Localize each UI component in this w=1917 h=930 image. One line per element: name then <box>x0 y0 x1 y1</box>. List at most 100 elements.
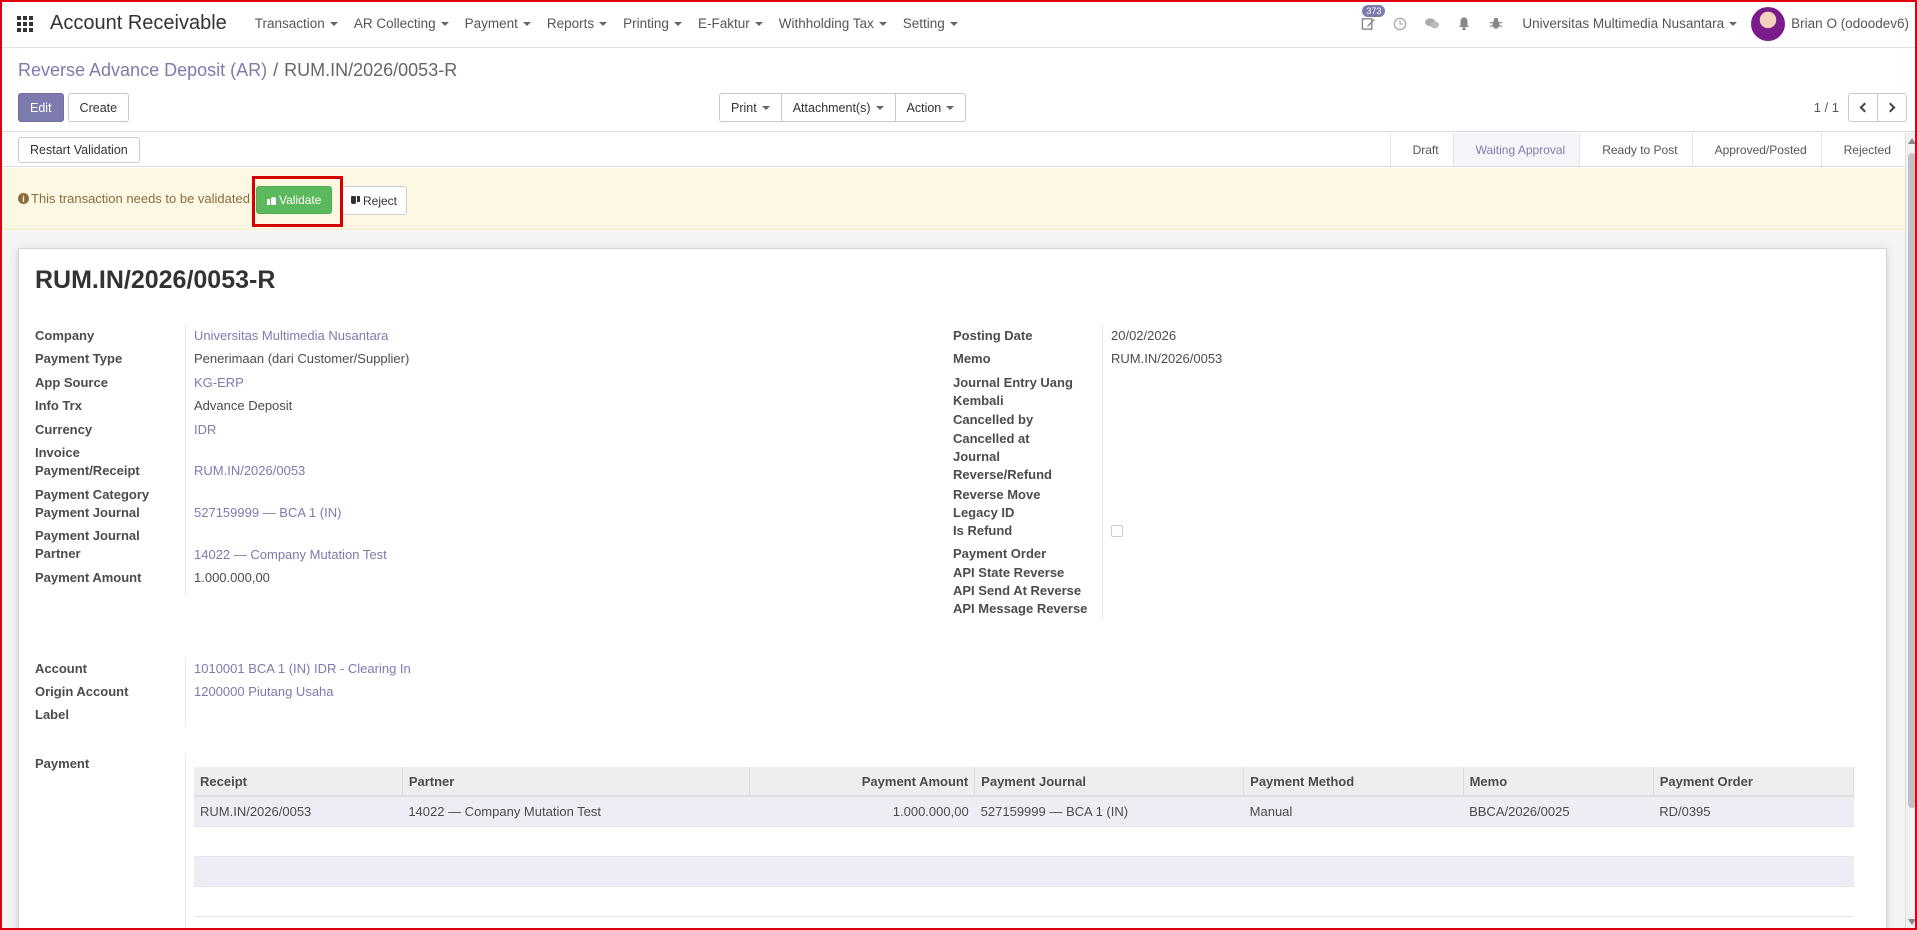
label-label: Label <box>35 707 69 722</box>
pager-next-button[interactable] <box>1877 93 1907 122</box>
status-header: Restart Validation Draft Waiting Approva… <box>0 133 1905 167</box>
label-api-message-reverse: API Message Reverse <box>953 601 1088 616</box>
breadcrumb-parent[interactable]: Reverse Advance Deposit (AR) <box>18 60 267 80</box>
print-dropdown[interactable]: Print <box>719 93 782 122</box>
thumbs-up-icon <box>267 196 276 205</box>
breadcrumb-current: RUM.IN/2026/0053-R <box>284 60 458 80</box>
label-info-trx: Info Trx <box>35 398 82 413</box>
value-invoice-payment-receipt[interactable]: RUM.IN/2026/0053 <box>194 462 305 480</box>
table-row-empty <box>194 826 1854 857</box>
restart-validation-button[interactable]: Restart Validation <box>18 137 140 163</box>
value-origin-account[interactable]: 1200000 Piutang Usaha <box>194 683 334 701</box>
column-divider <box>185 754 186 930</box>
value-currency[interactable]: IDR <box>194 421 216 439</box>
value-company[interactable]: Universitas Multimedia Nusantara <box>194 327 388 345</box>
caret-down-icon <box>875 105 884 110</box>
menu-payment[interactable]: Payment <box>457 16 539 31</box>
column-payment-journal[interactable]: Payment Journal <box>974 767 1245 797</box>
label-currency: Currency <box>35 422 93 437</box>
sidebar-actions: Print Attachment(s) Action <box>719 93 967 122</box>
breadcrumb: Reverse Advance Deposit (AR) / RUM.IN/2026… <box>18 60 457 81</box>
attachments-dropdown[interactable]: Attachment(s) <box>780 93 896 122</box>
activity-count-badge: 373 <box>1362 4 1386 17</box>
label-app-source: App Source <box>35 375 108 390</box>
form-buttons: Edit Create <box>18 93 130 122</box>
column-payment-order[interactable]: Payment Order <box>1653 767 1855 797</box>
caret-down-icon <box>1729 21 1738 26</box>
caret-down-icon <box>440 21 449 26</box>
payment-table: Receipt Partner Payment Amount Payment J… <box>194 767 1855 917</box>
value-memo: RUM.IN/2026/0053 <box>1111 351 1223 366</box>
user-avatar <box>1751 6 1786 41</box>
value-account[interactable]: 1010001 BCA 1 (IN) IDR - Clearing In <box>194 660 411 678</box>
column-divider <box>1102 325 1103 619</box>
user-menu[interactable]: Brian O (odoodev6) <box>1751 6 1909 41</box>
scroll-up-icon[interactable] <box>1908 138 1916 144</box>
stage-waiting-approval[interactable]: Waiting Approval <box>1452 133 1580 166</box>
column-payment-method[interactable]: Payment Method <box>1243 767 1464 797</box>
pager-value[interactable]: 1 / 1 <box>1814 100 1839 115</box>
menu-e-faktur[interactable]: E-Faktur <box>690 16 771 31</box>
menu-ar-collecting[interactable]: AR Collecting <box>346 16 457 31</box>
breadcrumb-separator: / <box>273 60 279 80</box>
company-switcher[interactable]: Universitas Multimedia Nusantara <box>1522 16 1738 31</box>
action-dropdown[interactable]: Action <box>894 93 967 122</box>
value-posting-date: 20/02/2026 <box>1111 328 1177 343</box>
cell-partner: 14022 — Company Mutation Test <box>402 796 750 827</box>
label-journal-entry-uang-kembali: Journal Entry Uang Kembali <box>953 375 1073 408</box>
label-memo: Memo <box>953 351 991 366</box>
apps-menu-icon[interactable] <box>0 0 50 48</box>
label-payment-order: Payment Order <box>953 546 1047 561</box>
pager-previous-button[interactable] <box>1848 93 1878 122</box>
column-receipt[interactable]: Receipt <box>194 767 403 797</box>
reject-button[interactable]: Reject <box>341 186 408 215</box>
page-scrollbar[interactable] <box>1905 133 1917 930</box>
menu-transaction[interactable]: Transaction <box>247 16 346 31</box>
cell-payment-journal: 527159999 — BCA 1 (IN) <box>974 796 1244 827</box>
column-payment-amount[interactable]: Payment Amount <box>749 767 976 797</box>
scroll-thumb[interactable] <box>1908 153 1916 808</box>
label-posting-date: Posting Date <box>953 328 1033 343</box>
value-payment-journal-partner[interactable]: 14022 — Company Mutation Test <box>194 546 387 564</box>
label-payment-amount: Payment Amount <box>35 570 142 585</box>
stage-rejected[interactable]: Rejected <box>1820 133 1905 166</box>
cell-payment-order: RD/0395 <box>1653 796 1854 827</box>
activity-edit-icon[interactable]: 373 <box>1352 0 1386 48</box>
label-cancelled-at: Cancelled at <box>953 431 1030 446</box>
scroll-down-icon[interactable] <box>1908 919 1916 925</box>
chevron-right-icon <box>1885 102 1896 113</box>
label-cancelled-by: Cancelled by <box>953 412 1034 427</box>
table-row[interactable]: RUM.IN/2026/0053 14022 — Company Mutatio… <box>194 796 1854 827</box>
cell-memo: BBCA/2026/0025 <box>1463 796 1654 827</box>
menu-reports[interactable]: Reports <box>539 16 615 31</box>
edit-button[interactable]: Edit <box>18 93 64 122</box>
stage-approved-posted[interactable]: Approved/Posted <box>1691 133 1821 166</box>
thumbs-down-icon <box>351 196 360 205</box>
chat-icon[interactable] <box>1416 0 1448 48</box>
label-origin-account: Origin Account <box>35 684 129 699</box>
value-payment-journal[interactable]: 527159999 — BCA 1 (IN) <box>194 504 341 522</box>
control-panel: Reverse Advance Deposit (AR) / RUM.IN/2026… <box>0 48 1917 132</box>
menu-withholding-tax[interactable]: Withholding Tax <box>771 16 895 31</box>
value-payment-type: Penerimaan (dari Customer/Supplier) <box>194 351 410 366</box>
column-memo[interactable]: Memo <box>1463 767 1654 797</box>
menu-printing[interactable]: Printing <box>615 16 690 31</box>
caret-down-icon <box>522 21 531 26</box>
record-title: RUM.IN/2026/0053-R <box>35 266 276 294</box>
validate-button[interactable]: Validate <box>256 186 333 214</box>
value-app-source[interactable]: KG-ERP <box>194 374 244 392</box>
label-api-send-at-reverse: API Send At Reverse <box>953 583 1082 598</box>
create-button[interactable]: Create <box>67 93 130 122</box>
bug-icon[interactable] <box>1480 0 1512 48</box>
menu-setting[interactable]: Setting <box>895 16 966 31</box>
clock-icon[interactable] <box>1384 0 1416 48</box>
bell-icon[interactable] <box>1448 0 1480 48</box>
is-refund-checkbox[interactable] <box>1111 525 1123 537</box>
navbar-right: 373 Universitas Multimedia Nusantara Bri… <box>1352 0 1917 48</box>
user-name: Brian O (odoodev6) <box>1791 16 1909 31</box>
stage-ready-to-post[interactable]: Ready to Post <box>1579 133 1691 166</box>
main-menu: Transaction AR Collecting Payment Report… <box>247 16 966 31</box>
stage-draft[interactable]: Draft <box>1389 133 1453 166</box>
validation-message: i This transaction needs to be validated <box>18 191 250 206</box>
column-partner[interactable]: Partner <box>402 767 750 797</box>
